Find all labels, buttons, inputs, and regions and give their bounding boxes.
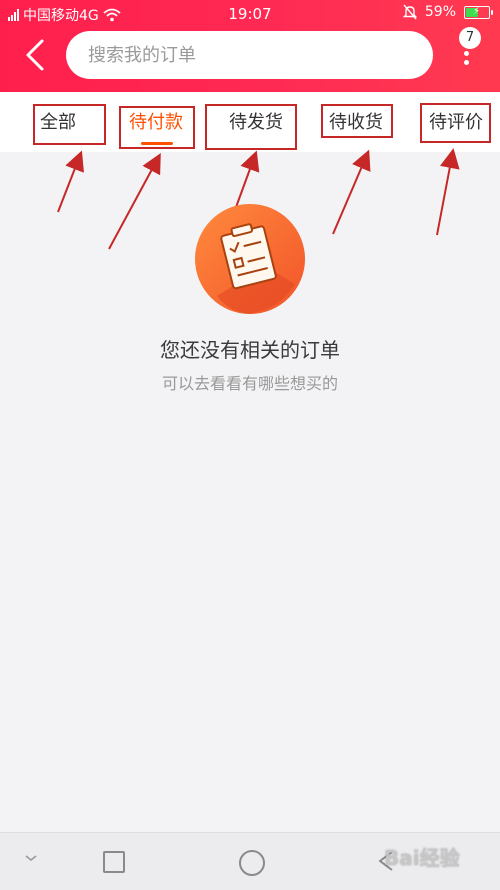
annotation-box bbox=[321, 104, 393, 138]
app-header: 中国移动4G 19:07 59% ⚡ 7 bbox=[0, 0, 500, 92]
status-bar: 中国移动4G 19:07 59% ⚡ bbox=[0, 0, 500, 26]
hide-keyboard-icon[interactable] bbox=[24, 853, 38, 863]
annotation-box bbox=[205, 104, 297, 150]
home-icon[interactable] bbox=[239, 850, 265, 876]
empty-state-title: 您还没有相关的订单 bbox=[160, 338, 340, 362]
recent-apps-icon[interactable] bbox=[103, 851, 125, 873]
battery-icon: ⚡ bbox=[464, 5, 493, 19]
search-box[interactable] bbox=[66, 31, 433, 79]
arrow bbox=[332, 149, 371, 235]
message-badge[interactable]: 7 bbox=[459, 27, 481, 49]
charging-icon: ⚡ bbox=[473, 5, 481, 17]
more-dot bbox=[464, 60, 469, 65]
back-chevron-icon[interactable] bbox=[22, 38, 48, 72]
more-dot bbox=[464, 51, 469, 56]
bell-muted-icon bbox=[402, 4, 417, 20]
arrow bbox=[436, 148, 460, 236]
empty-state-subtitle: 可以去看看有哪些想买的 bbox=[161, 374, 338, 393]
arrow bbox=[108, 152, 161, 250]
annotation-box bbox=[33, 104, 106, 145]
status-right: 59% ⚡ bbox=[402, 4, 493, 20]
empty-orders-illustration-icon bbox=[195, 204, 305, 314]
annotation-box bbox=[119, 106, 195, 149]
watermark: Bai经验 bbox=[384, 846, 460, 870]
annotation-box bbox=[420, 103, 491, 143]
search-input[interactable] bbox=[86, 43, 410, 67]
arrow bbox=[57, 150, 84, 213]
battery-percent: 59% bbox=[424, 4, 456, 20]
